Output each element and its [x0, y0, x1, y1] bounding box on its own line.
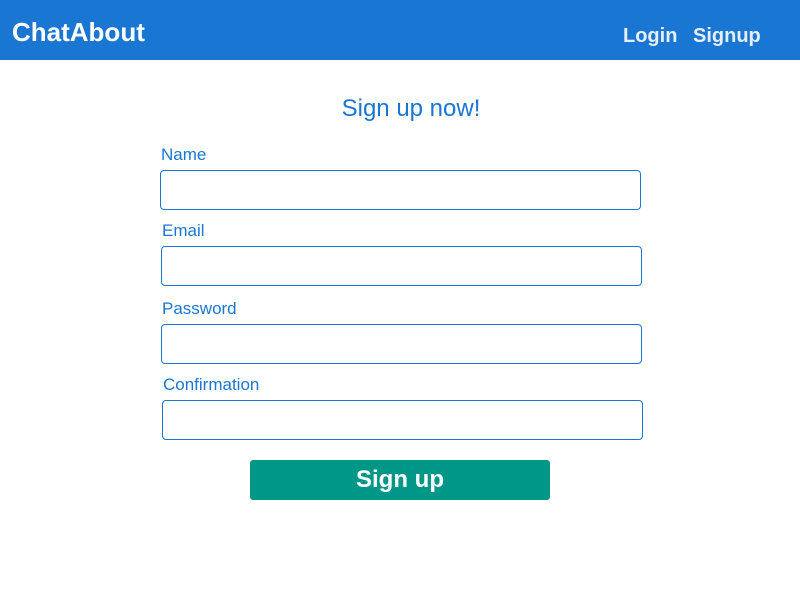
- confirmation-label: Confirmation: [163, 375, 260, 394]
- page-title: Sign up now!: [341, 95, 481, 122]
- brand-logo-link[interactable]: ChatAbout: [12, 16, 145, 48]
- name-input[interactable]: [160, 170, 641, 210]
- nav-signup-link[interactable]: Signup: [693, 24, 761, 48]
- email-label: Email: [162, 221, 205, 240]
- name-label: Name: [161, 145, 207, 164]
- email-input[interactable]: [161, 246, 642, 286]
- password-input[interactable]: [161, 324, 642, 364]
- password-label: Password: [162, 299, 237, 318]
- sign-up-button[interactable]: Sign up: [250, 460, 550, 500]
- confirmation-input[interactable]: [162, 400, 643, 440]
- navbar: ChatAbout Login Signup: [0, 0, 800, 60]
- nav-login-link[interactable]: Login: [623, 24, 677, 48]
